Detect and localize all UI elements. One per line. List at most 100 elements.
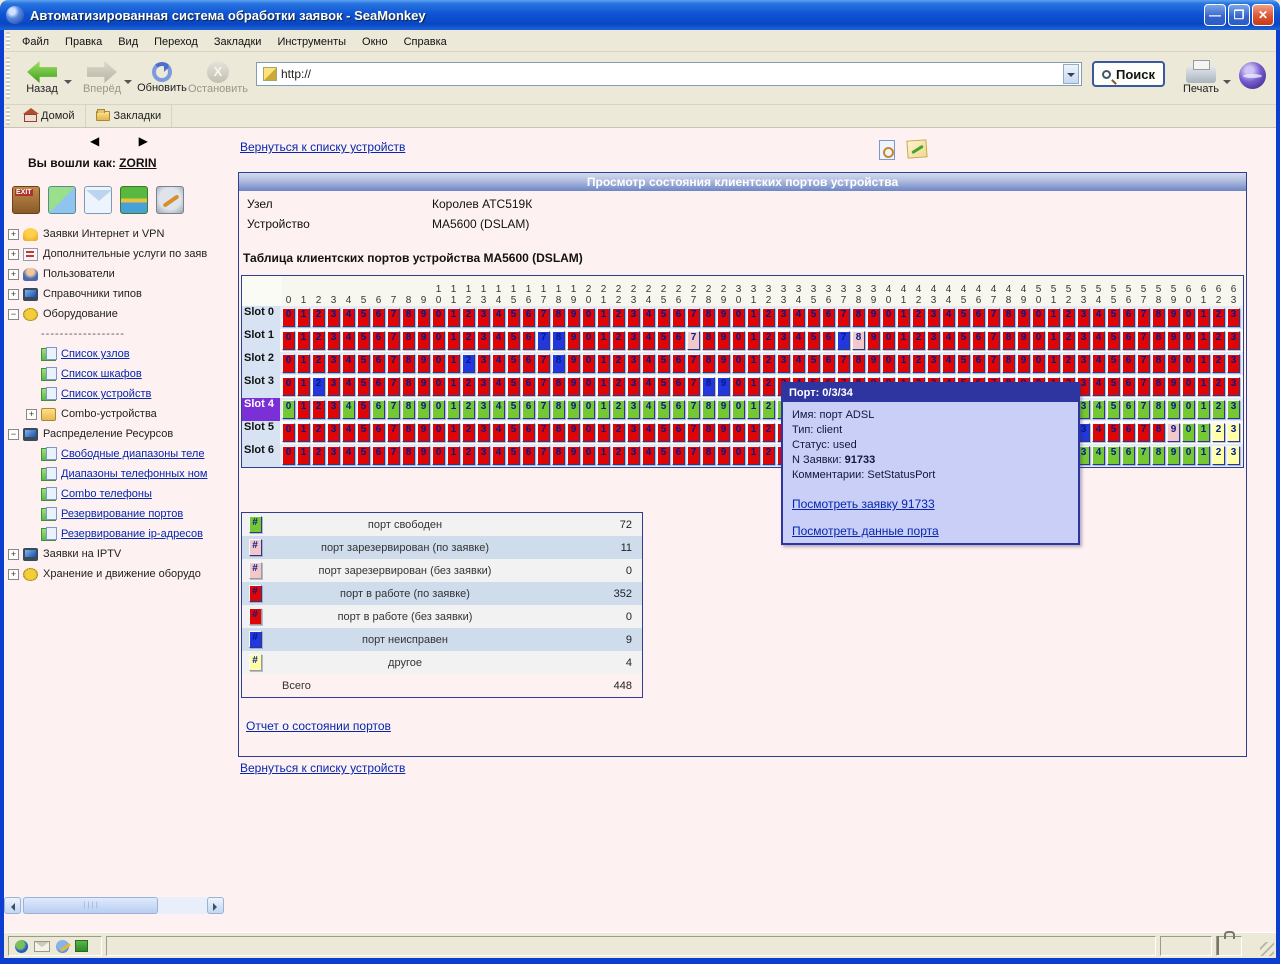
port-free[interactable]: 7 [1137,400,1150,419]
slot-label[interactable]: Slot 0 [242,306,280,329]
port-in-work[interactable]: 3 [1227,308,1240,327]
port-in-work[interactable]: 3 [1227,354,1240,373]
menu-Окно[interactable]: Окно [354,33,396,51]
port-in-work[interactable]: 3 [477,377,490,396]
url-bookmark-icon[interactable] [263,67,277,81]
port-in-work[interactable]: 8 [702,331,715,350]
tooltip-link[interactable]: Посмотреть заявку 91733 [792,497,935,511]
port-in-work[interactable]: 5 [357,354,370,373]
port-in-work[interactable]: 6 [372,446,385,465]
port-in-work[interactable]: 9 [567,446,580,465]
port-free[interactable]: 4 [1092,446,1105,465]
documents-icon[interactable] [48,186,76,214]
port-in-work[interactable]: 3 [1077,331,1090,350]
port-in-work[interactable]: 8 [1002,308,1015,327]
port-in-work[interactable]: 2 [1062,354,1075,373]
port-free[interactable]: 6 [372,400,385,419]
port-in-work[interactable]: 8 [402,354,415,373]
port-free[interactable]: 1 [747,400,760,419]
port-in-work[interactable]: 3 [927,331,940,350]
sidebar-item-диапазоны-телефонных-ном[interactable]: Диапазоны телефонных ном [8,464,231,484]
port-in-work[interactable]: 3 [777,331,790,350]
port-in-work[interactable]: 8 [402,377,415,396]
port-in-work[interactable]: 9 [1167,308,1180,327]
port-in-work[interactable]: 8 [702,446,715,465]
port-in-work[interactable]: 6 [672,446,685,465]
port-free[interactable]: 4 [342,400,355,419]
port-in-work[interactable]: 5 [507,308,520,327]
port-in-work[interactable]: 2 [612,331,625,350]
port-in-work[interactable]: 5 [657,446,670,465]
port-in-work[interactable]: 9 [1167,377,1180,396]
port-in-work[interactable]: 8 [1002,331,1015,350]
port-in-work[interactable]: 1 [297,331,310,350]
port-in-work[interactable]: 6 [522,423,535,442]
maximize-button[interactable]: ❐ [1228,4,1250,26]
mail-component-icon[interactable] [34,941,50,952]
port-faulty[interactable]: 2 [312,377,325,396]
toolbar-grippy[interactable] [6,57,10,99]
sidebar-item-список-устройств[interactable]: Список устройств [8,384,231,404]
tree-expander-icon[interactable]: + [8,549,19,560]
port-in-work[interactable]: 6 [822,308,835,327]
port-free[interactable]: 8 [1152,400,1165,419]
port-in-work[interactable]: 7 [537,308,550,327]
port-in-work[interactable]: 5 [657,331,670,350]
port-in-work[interactable]: 7 [1137,308,1150,327]
port-in-work[interactable]: 1 [897,354,910,373]
port-in-work[interactable]: 9 [417,377,430,396]
bookmarks-button[interactable]: Закладки [86,105,173,127]
port-in-work[interactable]: 9 [567,423,580,442]
port-in-work[interactable]: 8 [702,308,715,327]
port-in-work[interactable]: 4 [492,423,505,442]
tooltip-link[interactable]: Посмотреть данные порта [792,524,939,538]
port-in-work[interactable]: 4 [492,377,505,396]
port-in-work[interactable]: 7 [387,446,400,465]
port-in-work[interactable]: 2 [762,423,775,442]
port-in-work[interactable]: 7 [987,354,1000,373]
port-in-work[interactable]: 9 [567,331,580,350]
port-free[interactable]: 5 [657,400,670,419]
port-in-work[interactable]: 0 [882,308,895,327]
port-in-work[interactable]: 1 [597,331,610,350]
port-free[interactable]: 6 [522,400,535,419]
port-in-work[interactable]: 5 [507,354,520,373]
port-in-work[interactable]: 3 [477,354,490,373]
port-in-work[interactable]: 6 [972,308,985,327]
back-dropdown-arrow[interactable] [64,80,72,88]
port-in-work[interactable]: 2 [762,446,775,465]
port-free[interactable]: 9 [417,400,430,419]
port-in-work[interactable]: 2 [462,377,475,396]
port-in-work[interactable]: 4 [1092,354,1105,373]
port-in-work[interactable]: 6 [522,446,535,465]
port-in-work[interactable]: 6 [1122,308,1135,327]
port-in-work[interactable]: 6 [522,377,535,396]
port-in-work[interactable]: 0 [282,308,295,327]
port-in-work[interactable]: 8 [552,308,565,327]
port-in-work[interactable]: 0 [282,423,295,442]
mail-icon[interactable] [84,186,112,214]
port-in-work[interactable]: 2 [612,308,625,327]
port-other[interactable]: 3 [1227,446,1240,465]
port-in-work[interactable]: 6 [372,423,385,442]
sidebar-item-список-шкафов[interactable]: Список шкафов [8,364,231,384]
port-in-work[interactable]: 8 [402,308,415,327]
port-in-work[interactable]: 5 [507,446,520,465]
port-in-work[interactable]: 0 [732,446,745,465]
scroll-left-button[interactable] [4,897,21,914]
home-button[interactable]: Домой [14,105,86,127]
port-in-work[interactable]: 9 [567,308,580,327]
port-in-work[interactable]: 4 [792,331,805,350]
port-free[interactable]: 5 [1107,400,1120,419]
menu-Переход[interactable]: Переход [146,33,206,51]
port-in-work[interactable]: 3 [627,446,640,465]
port-in-work[interactable]: 6 [672,354,685,373]
port-in-work[interactable]: 0 [1182,308,1195,327]
port-in-work[interactable]: 3 [627,377,640,396]
port-in-work[interactable]: 2 [912,354,925,373]
sidebar-item-оборудование[interactable]: −Оборудование [8,304,231,324]
port-in-work[interactable]: 0 [432,308,445,327]
port-in-work[interactable]: 7 [1137,331,1150,350]
port-in-work[interactable]: 1 [1197,377,1210,396]
tree-item-label[interactable]: Распределение Ресурсов [43,428,173,440]
